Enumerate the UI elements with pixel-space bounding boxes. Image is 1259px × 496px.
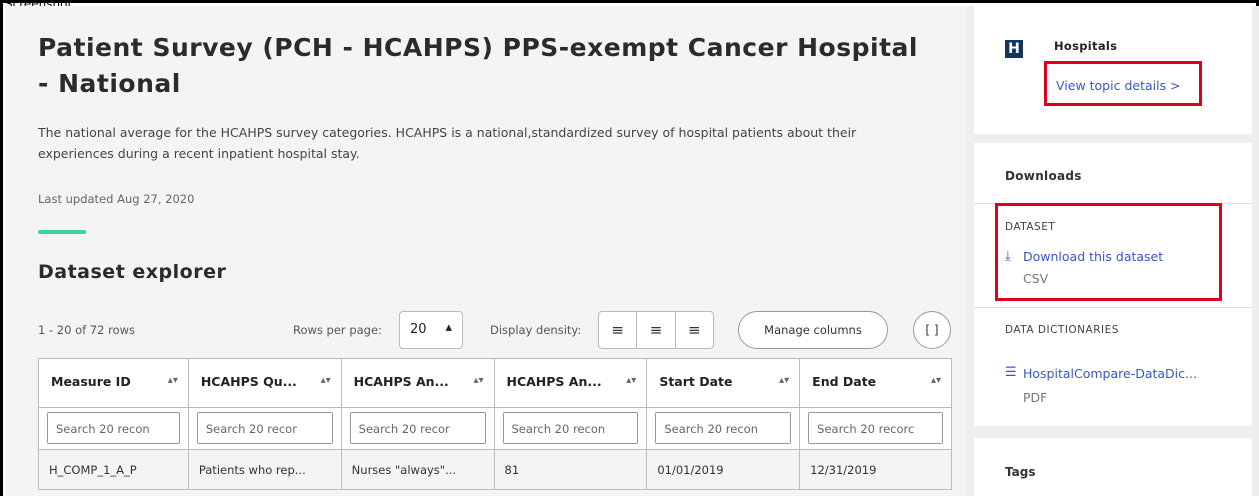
topic-name: Hospitals xyxy=(1054,39,1118,53)
column-search-input[interactable]: Search 20 recor xyxy=(349,412,486,444)
column-header[interactable]: End Date ▴▾ xyxy=(800,358,952,408)
dataset-explorer-title: Dataset explorer xyxy=(38,261,227,283)
downloads-card: Downloads DATASET ⤓ Download this datase… xyxy=(974,143,1252,426)
downloads-title: Downloads xyxy=(1005,169,1082,183)
filter-cell: Search 20 recor xyxy=(341,408,495,450)
display-density-label: Display density: xyxy=(490,323,582,337)
sort-icon: ▴▾ xyxy=(626,375,637,386)
table-cell: 01/01/2019 xyxy=(647,450,801,490)
highlight-box xyxy=(995,203,1222,301)
filter-cell: Search 20 recon xyxy=(494,408,648,450)
column-search-input[interactable]: Search 20 recon xyxy=(47,412,180,444)
fullscreen-button[interactable]: [ ] xyxy=(913,311,951,349)
data-dictionaries-label: DATA DICTIONARIES xyxy=(1005,324,1119,336)
column-header-label: HCAHPS Qu... xyxy=(200,374,297,389)
column-header[interactable]: HCAHPS An... ▴▾ xyxy=(494,358,648,408)
column-search-input[interactable]: Search 20 recon xyxy=(502,412,639,444)
screenshot-frame: Screenshot Patient Survey (PCH - HCAHPS)… xyxy=(0,0,1259,496)
table-filter-row: Search 20 recon Search 20 recor Search 2… xyxy=(39,408,952,450)
divider xyxy=(974,307,1252,308)
table-cell: Nurses "always"... xyxy=(341,450,495,490)
list-expanded-icon: ≡ xyxy=(688,321,701,339)
column-header[interactable]: HCAHPS Qu... ▴▾ xyxy=(188,358,342,408)
accent-divider xyxy=(38,230,86,234)
column-header[interactable]: Start Date ▴▾ xyxy=(647,358,801,408)
table-row: H_COMP_1_A_P Patients who rep... Nurses … xyxy=(39,450,952,490)
list-normal-icon: ≡ xyxy=(649,321,663,339)
main-content: Patient Survey (PCH - HCAHPS) PPS-exempt… xyxy=(6,6,966,496)
table-header-row: Measure ID ▴▾ HCAHPS Qu... ▴▾ HCAHPS An...… xyxy=(39,358,952,408)
dataset-table: Measure ID ▴▾ HCAHPS Qu... ▴▾ HCAHPS An...… xyxy=(38,358,952,490)
density-normal-button[interactable]: ≡ xyxy=(637,312,676,348)
filter-cell: Search 20 recor xyxy=(188,408,342,450)
sidebar: H Hospitals View topic details > Downloa… xyxy=(966,6,1259,496)
rows-info: 1 - 20 of 72 rows xyxy=(38,323,136,337)
rows-per-page-select[interactable]: 20 ▴ xyxy=(399,311,463,349)
table-cell: 81 xyxy=(494,450,648,490)
column-header-label: Measure ID xyxy=(51,374,131,389)
table-cell: 12/31/2019 xyxy=(800,450,952,490)
filter-cell: Search 20 recon xyxy=(39,408,189,450)
document-icon: ☰ xyxy=(1005,365,1017,380)
sort-icon: ▴▾ xyxy=(779,375,790,386)
highlight-box xyxy=(1044,61,1202,106)
density-expanded-button[interactable]: ≡ xyxy=(676,312,713,348)
data-dictionary-link[interactable]: HospitalCompare-DataDic... xyxy=(1023,366,1241,381)
filter-cell: Search 20 recon xyxy=(647,408,801,450)
column-search-input[interactable]: Search 20 recorc xyxy=(808,412,943,444)
column-search-input[interactable]: Search 20 recon xyxy=(655,412,792,444)
column-header-label: HCAHPS An... xyxy=(353,374,449,389)
sort-icon: ▴▾ xyxy=(167,375,178,386)
column-header-label: Start Date xyxy=(659,374,733,389)
tags-title: Tags xyxy=(1005,465,1036,479)
tags-card: Tags xyxy=(974,438,1252,496)
column-search-input[interactable]: Search 20 recor xyxy=(196,412,333,444)
dictionary-format: PDF xyxy=(1023,390,1048,405)
column-header[interactable]: HCAHPS An... ▴▾ xyxy=(341,358,495,408)
rows-per-page-label: Rows per page: xyxy=(293,323,382,337)
hospital-icon: H xyxy=(1005,40,1023,58)
sort-icon: ▴▾ xyxy=(930,375,941,386)
last-updated: Last updated Aug 27, 2020 xyxy=(38,192,195,206)
column-header-label: HCAHPS An... xyxy=(506,374,602,389)
sort-icon: ▴▾ xyxy=(473,375,484,386)
manage-columns-button[interactable]: Manage columns xyxy=(738,311,888,349)
page-description: The national average for the HCAHPS surv… xyxy=(38,125,857,161)
density-compact-button[interactable]: ≡ xyxy=(599,312,638,348)
filter-cell: Search 20 recorc xyxy=(800,408,952,450)
display-density-group: ≡ ≡ ≡ xyxy=(598,311,714,349)
column-header-label: End Date xyxy=(812,374,877,389)
rows-per-page-value: 20 xyxy=(410,322,427,337)
table-cell: H_COMP_1_A_P xyxy=(39,450,189,490)
table-cell: Patients who rep... xyxy=(188,450,342,490)
fullscreen-icon: [ ] xyxy=(925,323,939,337)
list-compact-icon: ≡ xyxy=(611,321,624,339)
select-arrows-icon: ▴ xyxy=(445,320,452,335)
sort-icon: ▴▾ xyxy=(320,375,331,386)
column-header[interactable]: Measure ID ▴▾ xyxy=(39,358,189,408)
page-title: Patient Survey (PCH - HCAHPS) PPS-exempt… xyxy=(38,33,918,98)
topic-card: H Hospitals View topic details > xyxy=(974,6,1252,134)
